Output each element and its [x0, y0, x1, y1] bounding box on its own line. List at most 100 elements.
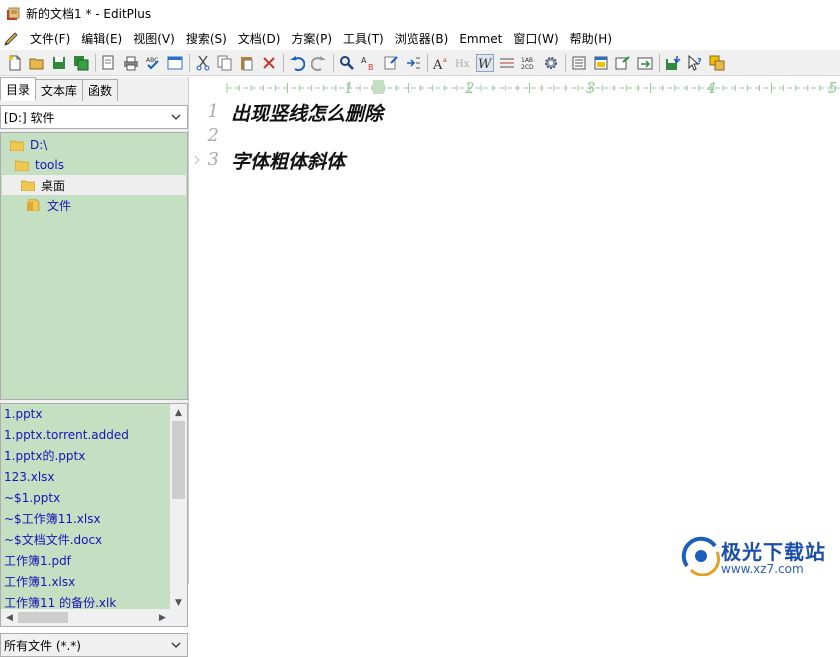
folder-icon: [27, 199, 40, 211]
ruler-label: 2: [464, 79, 475, 97]
tree-item-desktop[interactable]: 桌面: [2, 175, 186, 195]
editplus-app-icon: [7, 7, 20, 20]
file-list: 1.pptx 1.pptx.torrent.added 1.pptx的.pptx…: [0, 403, 188, 627]
file-item[interactable]: 工作簿1.xlsx: [1, 572, 169, 593]
watermark-logo-icon: [681, 536, 721, 576]
window-title: 新的文档1 * - EditPlus: [26, 7, 152, 21]
scroll-up-icon[interactable]: ▲: [170, 404, 187, 421]
pen-icon: [4, 31, 18, 46]
line-number: 2: [207, 125, 219, 146]
tree-item-label: tools: [35, 158, 64, 172]
scroll-left-icon[interactable]: ◀: [1, 609, 18, 626]
scroll-thumb[interactable]: [18, 612, 68, 623]
ftp-icon[interactable]: [636, 54, 654, 72]
toolbar-separator: [283, 53, 284, 72]
delete-icon[interactable]: [260, 54, 278, 72]
line-number-icon[interactable]: [498, 54, 516, 72]
open-folder-icon[interactable]: [28, 54, 46, 72]
print-preview-icon[interactable]: [100, 54, 118, 72]
save-icon[interactable]: [50, 54, 68, 72]
svg-text:Hx: Hx: [455, 59, 470, 70]
line-number: 3: [207, 149, 219, 170]
svg-text:2CD: 2CD: [521, 64, 534, 71]
doc-view-icon[interactable]: [592, 54, 610, 72]
menu-bar: 文件(F) 编辑(E) 视图(V) 搜索(S) 文档(D) 方案(P) 工具(T…: [0, 27, 840, 50]
menu-browser[interactable]: 浏览器(B): [388, 30, 453, 47]
column-icon[interactable]: 1AB 2CD: [520, 54, 538, 72]
copy-icon[interactable]: [216, 54, 234, 72]
find-icon[interactable]: [338, 54, 356, 72]
menu-emmet[interactable]: Emmet: [452, 32, 506, 46]
help-cursor-icon[interactable]: ?: [686, 54, 704, 72]
menu-window[interactable]: 窗口(W): [506, 30, 562, 47]
svg-text:a: a: [443, 57, 447, 64]
toolbar-separator: [565, 53, 566, 72]
file-item[interactable]: 1.pptx.torrent.added: [1, 425, 169, 446]
file-item[interactable]: 1.pptx的.pptx: [1, 446, 169, 467]
save-all-icon[interactable]: [72, 54, 90, 72]
menu-search[interactable]: 搜索(S): [179, 30, 231, 47]
redo-icon[interactable]: [310, 54, 328, 72]
menu-help[interactable]: 帮助(H): [563, 30, 616, 47]
line-number-gutter: 1 2 3: [193, 97, 226, 584]
paste-icon[interactable]: [238, 54, 256, 72]
doc-list-icon[interactable]: [570, 54, 588, 72]
file-list-vertical-scrollbar[interactable]: ▲ ▼: [170, 404, 187, 611]
new-file-icon[interactable]: [6, 54, 24, 72]
folder-icon: [10, 140, 24, 151]
tree-item-tools[interactable]: tools: [15, 155, 64, 175]
cut-icon[interactable]: [194, 54, 212, 72]
tab-cliptext[interactable]: 文本库: [35, 79, 84, 101]
tree-item-files[interactable]: 文件: [27, 195, 71, 215]
menu-project[interactable]: 方案(P): [284, 30, 336, 47]
chevron-down-icon: [171, 642, 181, 648]
menu-tools[interactable]: 工具(T): [336, 30, 388, 47]
file-item[interactable]: ~$文档文件.docx: [1, 530, 169, 551]
drive-select-value: [D:] 软件: [4, 110, 55, 125]
save-remote-icon[interactable]: [664, 54, 682, 72]
code-line[interactable]: 字体粗体斜体: [231, 147, 345, 174]
sidebar-tabs: 目录 文本库 函数: [0, 77, 119, 101]
menu-file[interactable]: 文件(F): [23, 30, 74, 47]
word-wrap-icon[interactable]: W: [476, 53, 494, 72]
undo-icon[interactable]: [288, 54, 306, 72]
file-item[interactable]: 1.pptx: [1, 404, 169, 425]
file-list-items: 1.pptx 1.pptx.torrent.added 1.pptx的.pptx…: [1, 404, 169, 614]
replace-icon[interactable]: AB: [360, 54, 378, 72]
svg-text:?: ?: [697, 57, 702, 66]
drive-select[interactable]: [D:] 软件: [0, 105, 188, 129]
column-ruler: 1 2 3 4 5: [193, 77, 840, 97]
tab-directory[interactable]: 目录: [0, 77, 37, 101]
tab-functions[interactable]: 函数: [82, 79, 119, 101]
ruler-label: 1: [344, 79, 354, 97]
chevron-down-icon: [171, 114, 181, 120]
file-item[interactable]: 123.xlsx: [1, 467, 169, 488]
indent-icon[interactable]: [404, 54, 422, 72]
browser-icon[interactable]: [166, 54, 184, 72]
directory-panel: 目录 文本库 函数 [D:] 软件 D:\ tools 桌面 文件 1.pptx…: [0, 77, 189, 657]
tree-item-d-drive[interactable]: D:\: [10, 135, 47, 155]
output-icon[interactable]: [614, 54, 632, 72]
file-item[interactable]: ~$1.pptx: [1, 488, 169, 509]
editor-area[interactable]: 1 2 3 4 5 1 2 3 出现竖线怎么删除 字体粗体斜体: [193, 77, 840, 584]
scroll-right-icon[interactable]: ▶: [154, 609, 171, 626]
file-item[interactable]: 工作簿1.pdf: [1, 551, 169, 572]
scroll-thumb[interactable]: [172, 421, 185, 499]
hex-icon[interactable]: Hx: [454, 54, 472, 72]
fold-marker-icon: [194, 155, 200, 165]
settings-icon[interactable]: [542, 54, 560, 72]
menu-view[interactable]: 视图(V): [126, 30, 179, 47]
watermark: 极光下载站 www.xz7.com: [681, 530, 840, 584]
menu-edit[interactable]: 编辑(E): [74, 30, 126, 47]
file-list-horizontal-scrollbar[interactable]: ◀ ▶: [1, 609, 171, 626]
file-filter-select[interactable]: 所有文件 (*.*): [0, 633, 188, 657]
file-item[interactable]: ~$工作簿11.xlsx: [1, 509, 169, 530]
code-line[interactable]: 出现竖线怎么删除: [231, 99, 383, 126]
print-icon[interactable]: [122, 54, 140, 72]
tools-icon[interactable]: [708, 54, 726, 72]
ruler-label: 3: [586, 79, 596, 97]
menu-document[interactable]: 文档(D): [231, 30, 285, 47]
spell-check-icon[interactable]: ABC: [144, 54, 162, 72]
font-size-icon[interactable]: Aa: [432, 54, 450, 72]
goto-icon[interactable]: [382, 54, 400, 72]
